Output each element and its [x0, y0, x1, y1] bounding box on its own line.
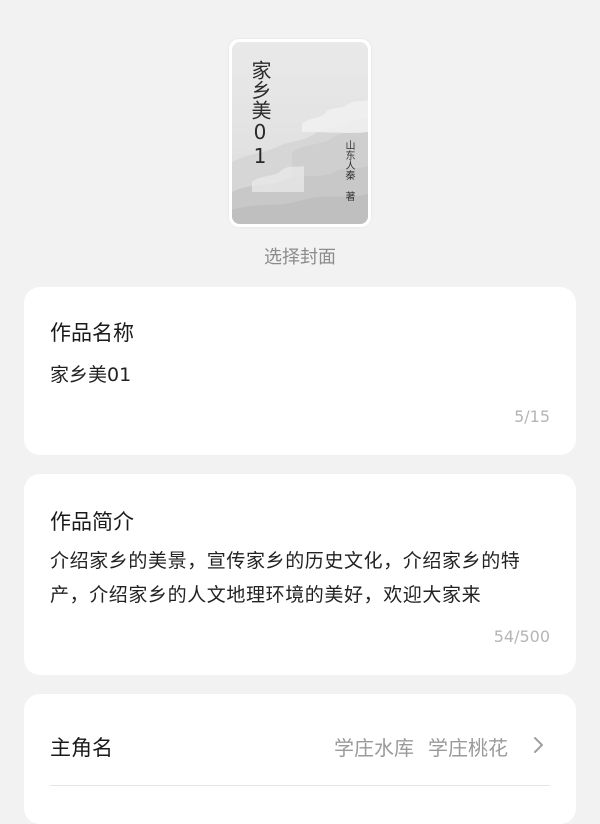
protagonist-values: 学庄水库 学庄桃花: [334, 732, 508, 761]
chevron-right-icon[interactable]: [528, 734, 548, 756]
work-intro-label: 作品简介: [50, 510, 134, 534]
divider: [50, 785, 550, 786]
work-intro-card: 作品简介 介绍家乡的美景，宣传家乡的历史文化，介绍家乡的特产，介绍家乡的人文地理…: [24, 474, 576, 675]
work-name-label: 作品名称: [50, 321, 134, 345]
protagonist-name-2: 学庄桃花: [428, 736, 508, 760]
work-name-counter: 5/15: [514, 407, 550, 426]
protagonist-name-1: 学庄水库: [334, 736, 414, 760]
cover-image[interactable]: 家乡美01 山东人秦 著: [232, 42, 368, 224]
protagonist-label: 主角名: [50, 736, 113, 760]
cover-title: 家乡美01: [248, 60, 272, 168]
choose-cover-button[interactable]: 选择封面: [0, 243, 600, 269]
work-intro-textarea[interactable]: 介绍家乡的美景，宣传家乡的历史文化，介绍家乡的特产，介绍家乡的人文地理环境的美好…: [50, 544, 550, 612]
work-intro-counter: 54/500: [493, 627, 550, 646]
work-name-input[interactable]: 家乡美01: [50, 360, 131, 387]
work-name-card: 作品名称 家乡美01 5/15: [24, 287, 576, 455]
cover-author: 山东人秦 著: [343, 140, 354, 201]
cover-picker[interactable]: 家乡美01 山东人秦 著: [229, 39, 371, 227]
protagonist-card[interactable]: 主角名 学庄水库 学庄桃花: [24, 694, 576, 824]
